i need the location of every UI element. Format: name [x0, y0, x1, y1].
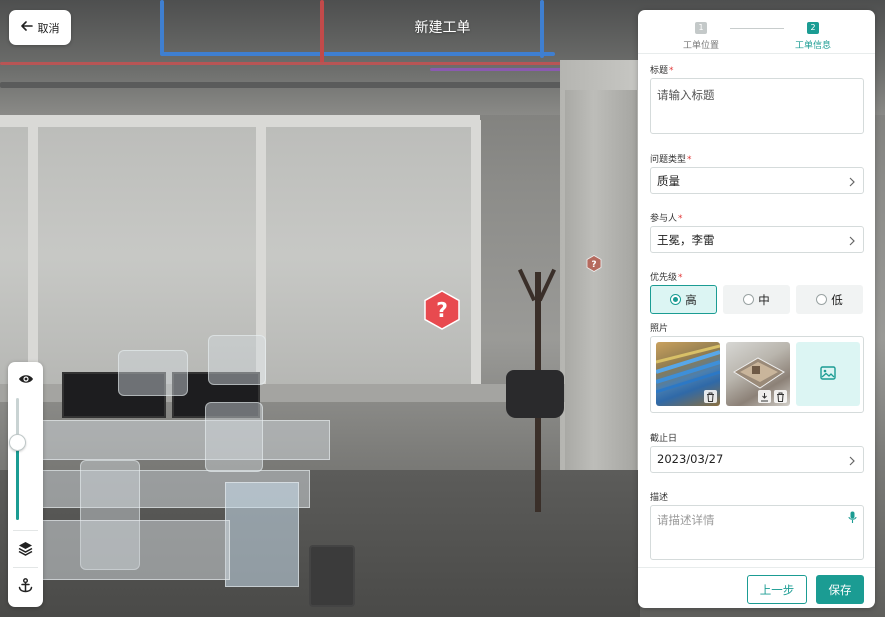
description-input[interactable]: 请描述详情: [650, 505, 864, 560]
bin: [309, 545, 355, 607]
step-1-number: 1: [695, 22, 707, 34]
previous-step-button[interactable]: 上一步: [747, 575, 807, 604]
view-toolbar: [8, 362, 43, 607]
opacity-slider-thumb[interactable]: [9, 434, 26, 451]
radio-icon: [816, 294, 828, 305]
title-input[interactable]: 请输入标题: [650, 78, 864, 134]
priority-label: 优先级*: [650, 273, 683, 283]
panel-footer: 上一步 保存: [638, 567, 875, 608]
chair: [205, 402, 263, 472]
issue-type-label: 问题类型*: [650, 155, 692, 165]
step-connector: [730, 28, 784, 29]
photos-label: 照片: [650, 324, 669, 334]
radio-selected-icon: [670, 294, 682, 305]
eye-icon[interactable]: [17, 370, 34, 387]
description-placeholder: 请描述详情: [657, 513, 715, 527]
delete-icon[interactable]: [704, 390, 717, 403]
cabinet: [225, 482, 299, 587]
back-arrow-icon: [20, 21, 33, 34]
issue-type-select[interactable]: 质量: [650, 167, 864, 194]
desk: [40, 420, 330, 460]
layers-icon[interactable]: [17, 540, 34, 557]
anchor-icon[interactable]: [17, 577, 34, 594]
window-mullion: [471, 120, 481, 390]
issue-marker-icon[interactable]: ?: [423, 290, 461, 330]
cancel-button[interactable]: 取消: [9, 10, 71, 45]
title-placeholder: 请输入标题: [657, 88, 715, 102]
description-label: 描述: [650, 493, 669, 503]
opacity-slider-fill: [16, 442, 19, 520]
desk: [40, 520, 230, 580]
window-blind: [0, 127, 28, 385]
add-photo-button[interactable]: [796, 342, 860, 406]
participants-value: 王冕，李雷: [657, 233, 715, 247]
delete-icon[interactable]: [774, 390, 787, 403]
pipe-blue: [160, 0, 164, 55]
photo-thumbnail[interactable]: [726, 342, 790, 406]
chair: [208, 335, 266, 385]
download-icon[interactable]: [758, 390, 771, 403]
priority-option-low[interactable]: 低: [796, 285, 863, 314]
step-indicator: 1 工单位置 2 工单信息: [638, 10, 875, 54]
pipe-blue: [160, 52, 555, 56]
chevron-right-icon: [848, 176, 856, 186]
step-1-label: 工单位置: [683, 41, 720, 51]
chevron-right-icon: [848, 235, 856, 245]
microphone-icon[interactable]: [848, 511, 857, 527]
participants-label: 参与人*: [650, 214, 683, 224]
coat-stand-arm: [518, 268, 536, 302]
due-date-value: 2023/03/27: [657, 452, 724, 466]
due-date-label: 截止日: [650, 434, 678, 444]
due-date-picker[interactable]: 2023/03/27: [650, 446, 864, 473]
svg-text:?: ?: [591, 260, 596, 270]
photo-gallery: [650, 336, 864, 413]
pipe-grey: [0, 82, 640, 88]
radio-icon: [743, 294, 755, 305]
bag: [506, 370, 564, 418]
priority-option-medium[interactable]: 中: [723, 285, 790, 314]
page-title: 新建工单: [414, 20, 471, 36]
chair: [118, 350, 188, 396]
window-mullion: [28, 120, 38, 390]
image-icon: [820, 365, 836, 383]
step-2-number: 2: [807, 22, 819, 34]
pipe-blue: [540, 0, 544, 58]
step-2-label: 工单信息: [795, 41, 832, 51]
work-order-panel: 1 工单位置 2 工单信息 标题* 请输入标题 问题类型* 质量 参与人* 王冕…: [638, 10, 875, 608]
issue-marker-icon[interactable]: ?: [586, 255, 602, 272]
title-label: 标题*: [650, 66, 674, 76]
priority-option-high[interactable]: 高: [650, 285, 717, 314]
chevron-right-icon: [848, 455, 856, 465]
issue-type-value: 质量: [657, 174, 680, 188]
cancel-label: 取消: [37, 21, 60, 35]
toolbar-divider: [13, 530, 38, 531]
svg-text:?: ?: [436, 298, 448, 322]
pipe-red: [320, 0, 324, 64]
photo-thumbnail[interactable]: [656, 342, 720, 406]
window-frame: [0, 115, 480, 127]
pipe-red: [0, 62, 640, 65]
toolbar-divider: [13, 567, 38, 568]
participants-select[interactable]: 王冕，李雷: [650, 226, 864, 253]
save-button[interactable]: 保存: [816, 575, 864, 604]
window-blind: [266, 127, 471, 385]
